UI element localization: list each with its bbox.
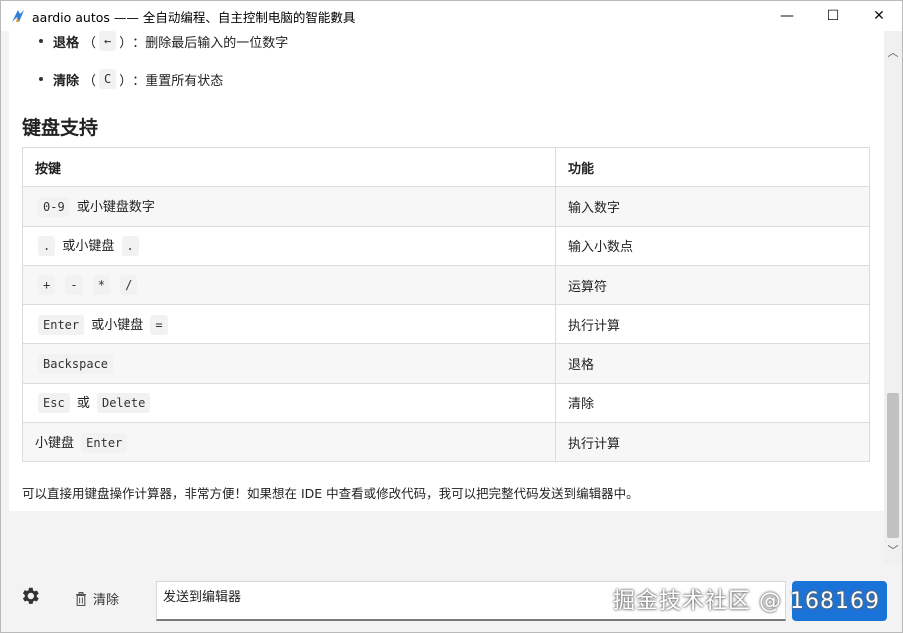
key-code: . [38, 236, 56, 257]
app-window: aardio autos —— 全自动编程、自主控制电脑的智能數具 — ☐ ✕ … [0, 0, 903, 633]
window-title: aardio autos —— 全自动编程、自主控制电脑的智能數具 [32, 9, 356, 25]
scroll-thumb[interactable] [887, 393, 899, 538]
table-row: 0-9 或小键盘数字 输入数字 [22, 186, 870, 227]
table-row: . 或小键盘 . 输入小数点 [22, 225, 870, 266]
watermark: 掘金技术社区 @ 168169 [613, 589, 880, 614]
colon: ： [132, 35, 146, 51]
table-row: + - * / 运算符 [22, 264, 870, 306]
gear-icon[interactable] [19, 585, 41, 607]
paren-open: （ [83, 73, 97, 89]
key-code: / [120, 275, 138, 296]
aardio-icon [12, 10, 24, 22]
paren-close: ） [119, 73, 133, 89]
table-row: Backspace 退格 [22, 343, 870, 384]
table-row: Esc 或 Delete 清除 [22, 382, 870, 424]
key-code: Backspace [38, 353, 114, 374]
vertical-scrollbar[interactable]: ︿ ﹀ [884, 31, 902, 563]
key-cell: 小键盘 Enter [22, 422, 556, 463]
cell-text: 小键盘 [35, 435, 75, 451]
bullet-dot [39, 39, 43, 43]
key-code: 0-9 [38, 196, 70, 217]
cell-text: 或小键盘 [91, 317, 144, 333]
clear-label: 清除 [93, 593, 120, 608]
bullet-dot [39, 77, 43, 81]
trash-icon [76, 591, 86, 606]
key-code: = [150, 314, 168, 335]
header-key: 按键 [22, 146, 556, 188]
key-code: - [65, 275, 83, 296]
key-code: Enter [38, 314, 85, 335]
table-row: Enter 或小键盘 = 执行计算 [22, 304, 870, 345]
title-bar[interactable]: aardio autos —— 全自动编程、自主控制电脑的智能數具 — ☐ ✕ [1, 1, 902, 31]
bullet-backspace: 退格 （ ← ） ： 删除最后输入的一位数字 [39, 31, 288, 51]
key-code: Delete [96, 393, 151, 414]
key-cell: . 或小键盘 . [22, 225, 556, 266]
header-function: 功能 [555, 146, 870, 188]
scroll-down-icon[interactable]: ﹀ [884, 541, 902, 559]
function-cell: 执行计算 [555, 422, 870, 463]
function-cell: 退格 [555, 343, 870, 384]
cell-text: 或小键盘 [62, 239, 115, 255]
bullet-clear: 清除 （ C ） ： 重置所有状态 [39, 69, 223, 89]
maximize-button[interactable]: ☐ [810, 1, 856, 31]
function-cell: 运算符 [555, 264, 870, 306]
table-header-row: 按键 功能 [22, 146, 870, 188]
function-cell: 执行计算 [555, 304, 870, 345]
message-document: 退格 （ ← ） ： 删除最后输入的一位数字 清除 （ C ） ： 重置所有状态… [9, 31, 884, 511]
bullet-label: 退格 [53, 35, 80, 51]
keyboard-table: 按键 功能 0-9 或小键盘数字 输入数字 . 或小键盘 . 输入小数点 + -… [22, 146, 870, 463]
paren-close: ） [119, 35, 133, 51]
key-code: ← [99, 31, 117, 51]
scroll-up-icon[interactable]: ︿ [884, 43, 902, 61]
function-cell: 输入小数点 [555, 225, 870, 266]
key-code: * [92, 275, 110, 296]
key-code: C [99, 69, 117, 89]
chat-content: 退格 （ ← ） ： 删除最后输入的一位数字 清除 （ C ） ： 重置所有状态… [1, 31, 884, 563]
bullet-label: 清除 [53, 73, 80, 89]
key-cell: Backspace [22, 343, 556, 384]
key-code: + [38, 275, 56, 296]
key-code: Enter [81, 432, 128, 453]
key-code: . [121, 236, 139, 257]
function-cell: 输入数字 [555, 186, 870, 227]
function-cell: 清除 [555, 382, 870, 424]
bullet-desc: 删除最后输入的一位数字 [145, 35, 289, 51]
colon: ： [132, 73, 146, 89]
clear-button[interactable]: 清除 [75, 589, 119, 608]
close-button[interactable]: ✕ [856, 1, 902, 31]
assistant-note: 可以直接用键盘操作计算器，非常方便！如果想在 IDE 中查看或修改代码，我可以把… [22, 486, 639, 501]
key-cell: Enter 或小键盘 = [22, 304, 556, 345]
key-code: Esc [38, 393, 70, 414]
input-bar: 清除 发送到编辑器 掘金技术社区 @ 168169 [1, 563, 902, 632]
key-cell: 0-9 或小键盘数字 [22, 186, 556, 227]
section-heading: 键盘支持 [22, 117, 99, 139]
key-cell: + - * / [22, 264, 556, 306]
cell-text: 或 [76, 396, 90, 412]
key-cell: Esc 或 Delete [22, 382, 556, 424]
bullet-desc: 重置所有状态 [145, 73, 224, 89]
table-row: 小键盘 Enter 执行计算 [22, 422, 870, 463]
minimize-button[interactable]: — [764, 1, 810, 31]
cell-text: 或小键盘数字 [76, 199, 155, 215]
paren-open: （ [83, 35, 97, 51]
